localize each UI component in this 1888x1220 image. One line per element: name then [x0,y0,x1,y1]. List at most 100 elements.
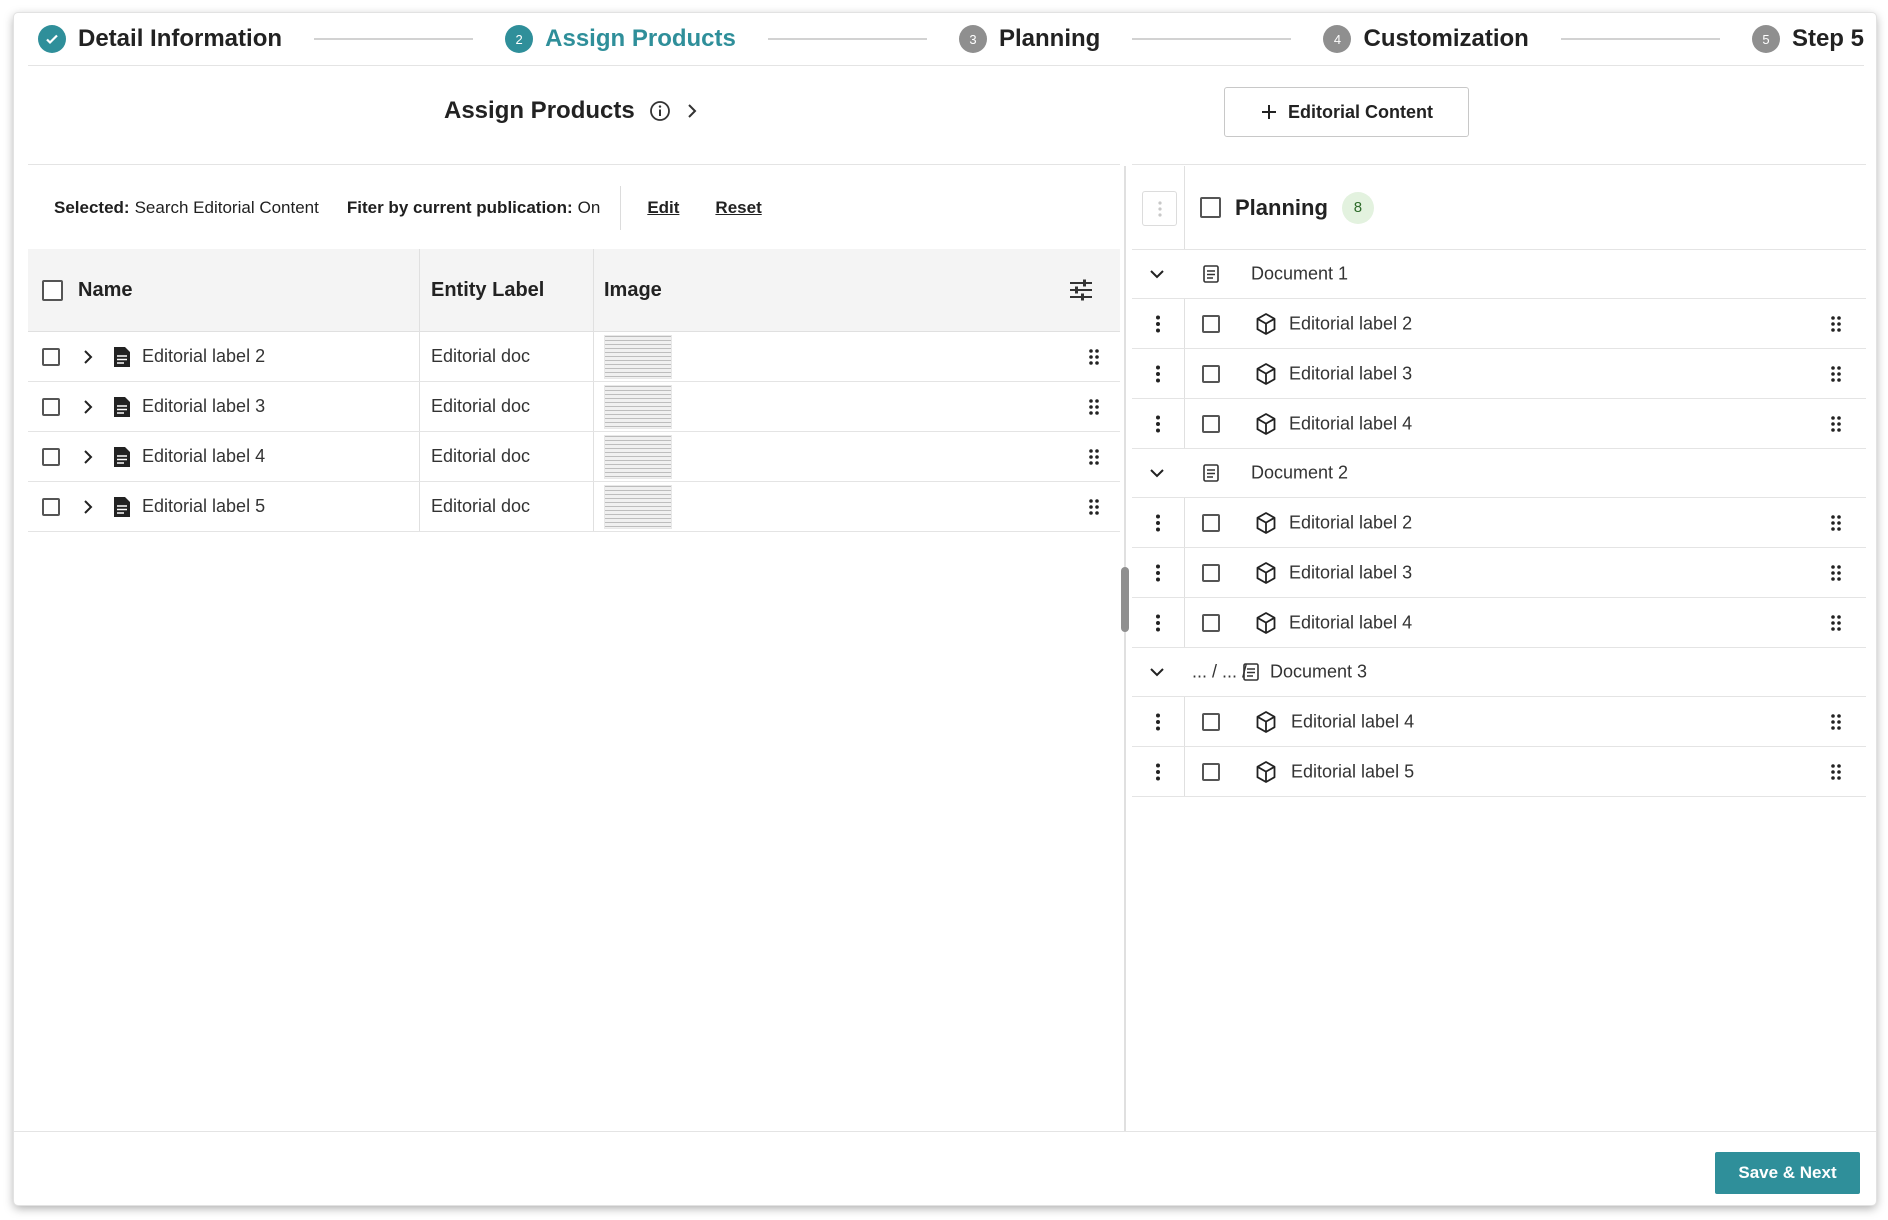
breadcrumb-prefix[interactable]: ... / ... / [1192,662,1247,683]
item-checkbox[interactable] [1202,613,1220,632]
group-name: Document 2 [1251,462,1349,483]
expand-chevron-icon[interactable] [82,498,94,516]
row-thumbnail [604,484,672,529]
table-row[interactable]: Editorial label 3 Editorial doc [28,382,1120,432]
cube-icon [1255,312,1277,336]
check-icon [38,25,66,53]
group-name: Document 3 [1270,661,1368,682]
count-badge: 8 [1341,191,1374,224]
table-row[interactable]: Editorial label 2 Editorial doc [28,332,1120,382]
item-checkbox[interactable] [1202,513,1220,532]
select-all-checkbox[interactable] [42,279,63,301]
kebab-menu-icon[interactable] [1156,514,1160,532]
column-header-name[interactable]: Name [78,279,132,302]
group-row[interactable]: Document 1 [1132,250,1866,299]
cube-icon [1255,561,1277,585]
list-item[interactable]: Editorial label 3 [1132,548,1866,598]
list-item[interactable]: Editorial label 2 [1132,498,1866,548]
expand-chevron-icon[interactable] [82,398,94,416]
kebab-menu-icon[interactable] [1156,365,1160,383]
drag-handle-icon[interactable] [1830,763,1842,781]
panel-splitter [1124,166,1126,1132]
chevron-down-icon[interactable] [1148,666,1166,678]
list-item[interactable]: Editorial label 4 [1132,598,1866,648]
drag-handle-icon[interactable] [1088,398,1100,416]
selected-value: Search Editorial Content [134,197,319,217]
row-name: Editorial label 2 [142,346,266,366]
table-row[interactable]: Editorial label 5 Editorial doc [28,482,1120,532]
list-item[interactable]: Editorial label 2 [1132,299,1866,349]
kebab-menu-icon[interactable] [1156,763,1160,781]
drag-handle-icon[interactable] [1088,348,1100,366]
expand-chevron-icon[interactable] [82,448,94,466]
column-header-entity-label[interactable]: Entity Label [431,279,544,302]
cube-icon [1255,362,1277,386]
step-planning[interactable]: 3 Planning [959,25,1100,53]
filter-value: On [577,197,601,217]
row-checkbox[interactable] [42,347,60,366]
kebab-menu-icon[interactable] [1156,614,1160,632]
step-detail-information[interactable]: Detail Information [38,25,282,53]
info-icon[interactable] [649,100,671,122]
button-label: Editorial Content [1288,101,1433,122]
more-options-icon[interactable] [1142,191,1177,226]
drag-handle-icon[interactable] [1088,498,1100,516]
reset-link[interactable]: Reset [715,198,761,218]
item-checkbox[interactable] [1202,414,1220,433]
row-checkbox[interactable] [42,497,60,516]
add-editorial-content-button[interactable]: Editorial Content [1224,87,1469,137]
column-settings-icon[interactable] [1068,278,1094,302]
group-row[interactable]: ... / ... / Document 3 [1132,648,1866,697]
expand-chevron-icon[interactable] [82,348,94,366]
drag-handle-icon[interactable] [1830,713,1842,731]
drag-handle-icon[interactable] [1830,315,1842,333]
step-connector [1560,38,1720,40]
column-header-image[interactable]: Image [604,279,662,302]
list-item[interactable]: Editorial label 4 [1132,697,1866,747]
document-icon [112,446,132,468]
step-label: Step 5 [1791,25,1864,52]
step-5[interactable]: 5 Step 5 [1751,25,1864,53]
item-checkbox[interactable] [1202,314,1220,333]
item-checkbox[interactable] [1202,762,1220,781]
item-checkbox[interactable] [1202,563,1220,582]
step-customization[interactable]: 4 Customization [1323,25,1529,53]
item-label: Editorial label 4 [1291,711,1415,731]
drag-handle-icon[interactable] [1830,514,1842,532]
cube-icon [1255,511,1277,535]
chevron-down-icon[interactable] [1148,467,1166,479]
item-label: Editorial label 3 [1289,363,1413,383]
drag-handle-icon[interactable] [1830,365,1842,383]
kebab-menu-icon[interactable] [1156,564,1160,582]
list-item[interactable]: Editorial label 3 [1132,349,1866,399]
table-row[interactable]: Editorial label 4 Editorial doc [28,432,1120,482]
splitter-handle[interactable] [1121,567,1129,632]
chevron-right-icon[interactable] [685,102,699,120]
row-checkbox[interactable] [42,397,60,416]
select-all-planning-checkbox[interactable] [1200,197,1221,218]
item-label: Editorial label 5 [1291,761,1415,781]
chevron-down-icon[interactable] [1148,268,1166,280]
plus-icon [1260,103,1278,121]
drag-handle-icon[interactable] [1088,448,1100,466]
group-name: Document 1 [1251,263,1349,284]
drag-handle-icon[interactable] [1830,564,1842,582]
list-item[interactable]: Editorial label 5 [1132,747,1866,797]
kebab-menu-icon[interactable] [1156,415,1160,433]
item-checkbox[interactable] [1202,364,1220,383]
group-row[interactable]: Document 2 [1132,449,1866,498]
drag-handle-icon[interactable] [1830,614,1842,632]
footer: Save & Next [14,1131,1876,1205]
step-connector [1132,38,1292,40]
document-icon [112,496,132,518]
item-checkbox[interactable] [1202,712,1220,731]
drag-handle-icon[interactable] [1830,415,1842,433]
save-next-button[interactable]: Save & Next [1715,1152,1860,1194]
row-checkbox[interactable] [42,447,60,466]
step-assign-products[interactable]: 2 Assign Products [505,25,736,53]
row-thumbnail [604,384,672,429]
kebab-menu-icon[interactable] [1156,315,1160,333]
edit-link[interactable]: Edit [647,198,679,218]
kebab-menu-icon[interactable] [1156,713,1160,731]
list-item[interactable]: Editorial label 4 [1132,399,1866,449]
